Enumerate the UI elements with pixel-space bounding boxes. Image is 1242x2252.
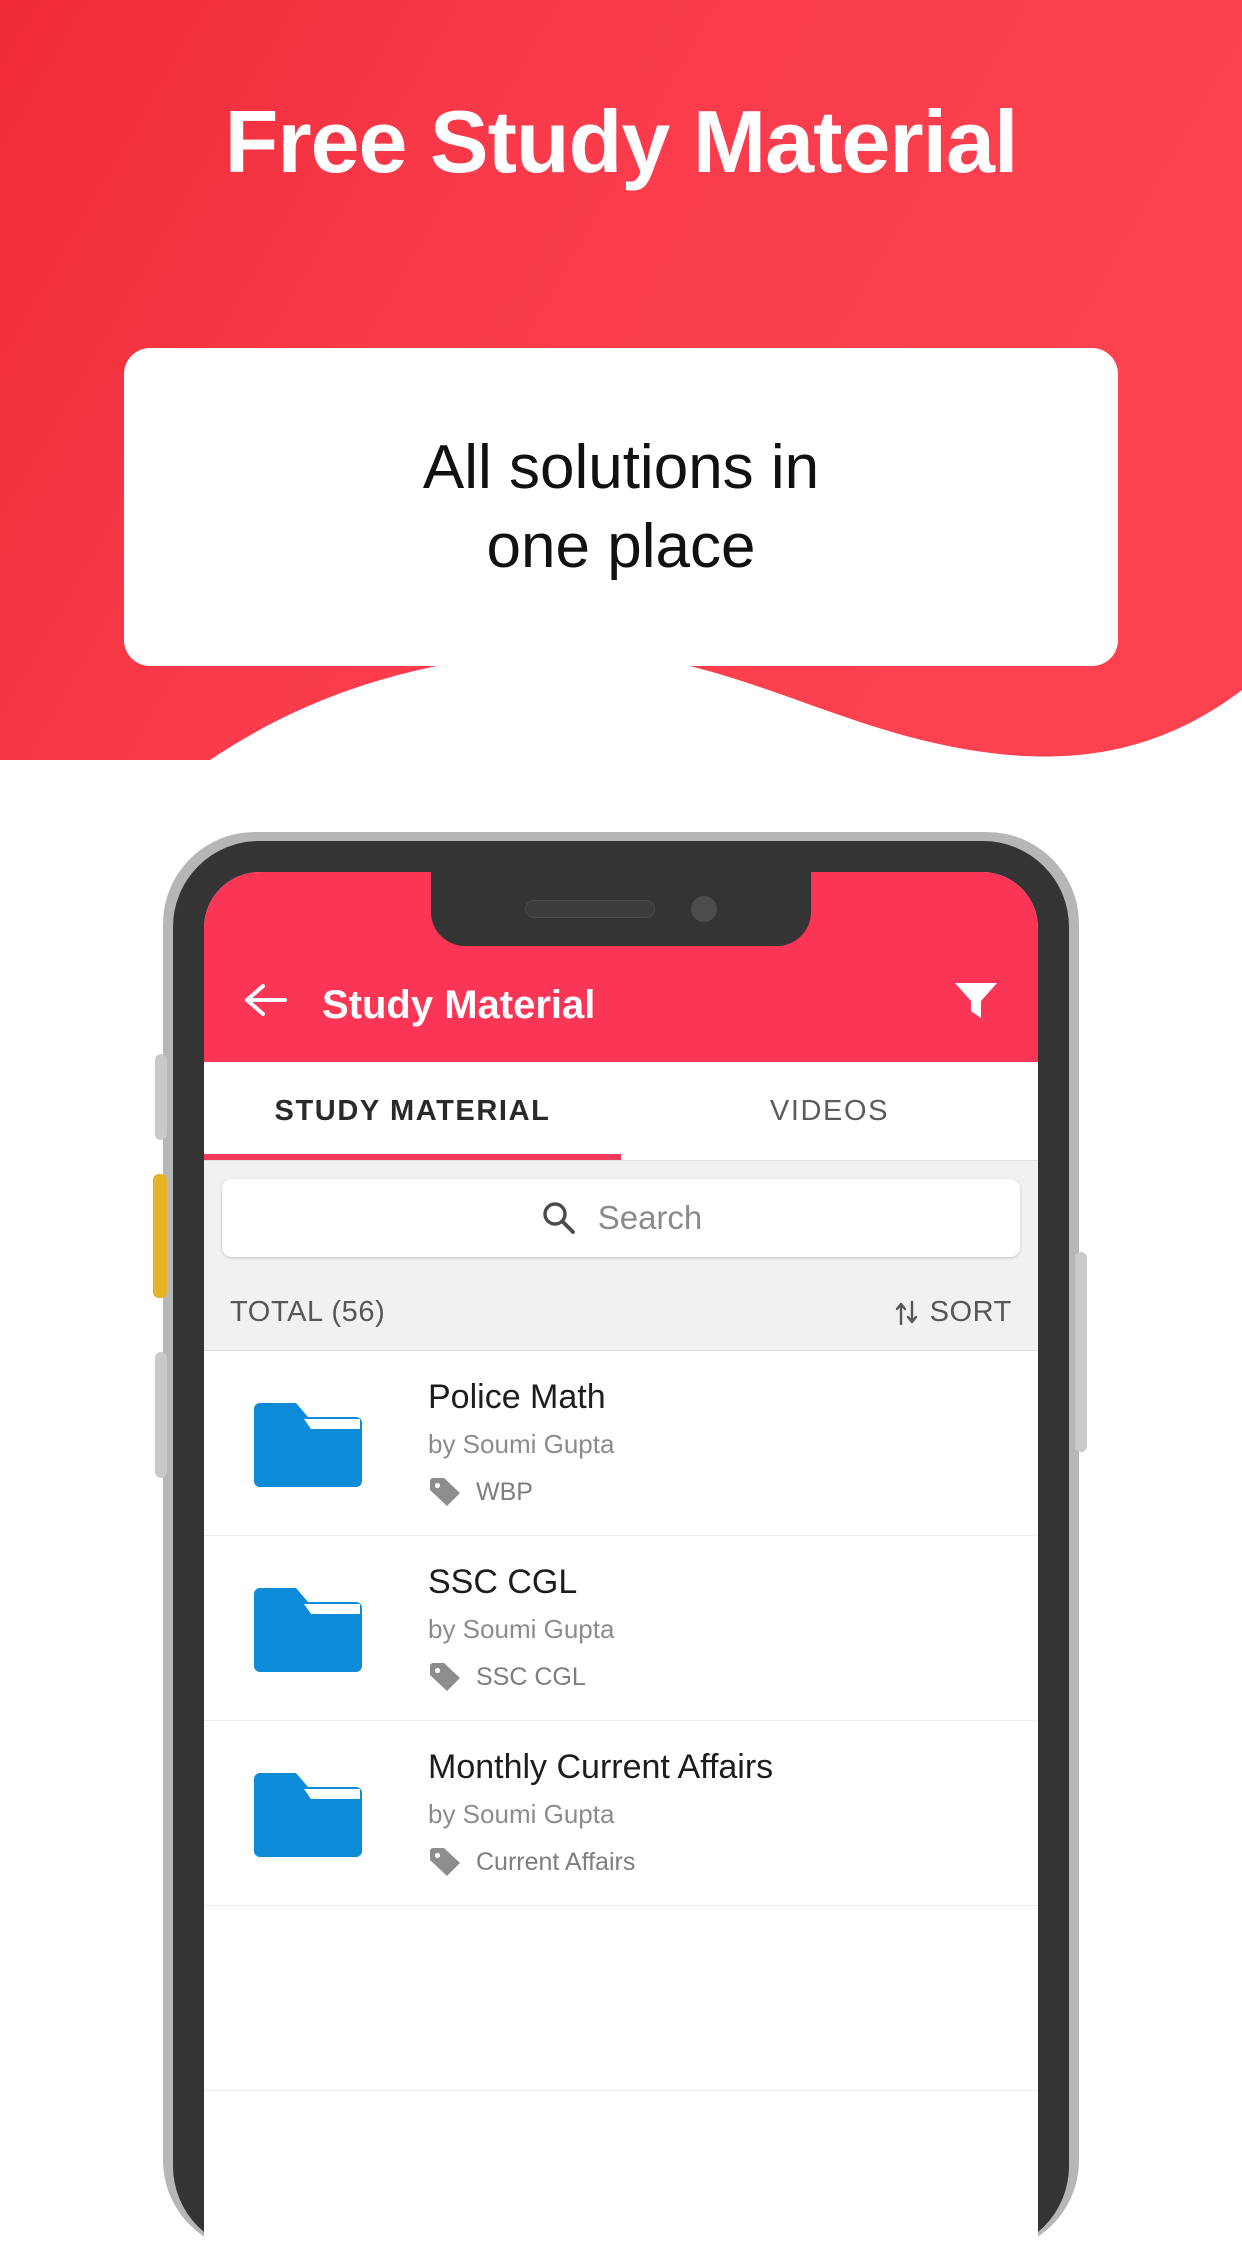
- list-item-tag-label: Current Affairs: [476, 1847, 636, 1876]
- list-item[interactable]: Police Math by Soumi Gupta WBP: [204, 1351, 1038, 1536]
- app-bar-title: Study Material: [322, 983, 596, 1027]
- folder-icon: [252, 1582, 392, 1674]
- phone-volume-up-button[interactable]: [153, 1174, 167, 1298]
- list-item-title: Monthly Current Affairs: [428, 1748, 774, 1786]
- search-input[interactable]: Search: [222, 1179, 1020, 1257]
- study-material-list: Police Math by Soumi Gupta WBP SSC CGL b…: [204, 1351, 1038, 2091]
- phone-screen: Study Material STUDY MATERIAL VIDEOS Sea…: [204, 872, 1038, 2252]
- tab-bar: STUDY MATERIAL VIDEOS: [204, 1062, 1038, 1161]
- list-item-tag-row: Current Affairs: [428, 1846, 773, 1878]
- list-item-tag-label: WBP: [476, 1477, 533, 1506]
- search-placeholder-text: Search: [597, 1199, 703, 1236]
- sort-button[interactable]: SORT: [894, 1296, 1012, 1329]
- front-camera-icon: [691, 896, 717, 922]
- list-item[interactable]: [204, 1906, 1038, 2091]
- phone-mute-switch[interactable]: [155, 1054, 167, 1140]
- subtitle-line-1: All solutions in: [422, 432, 820, 502]
- subtitle-card: All solutions in one place: [124, 348, 1118, 666]
- sort-arrows-icon: [895, 1300, 917, 1325]
- list-item[interactable]: Monthly Current Affairs by Soumi Gupta C…: [204, 1721, 1038, 1906]
- phone-notch: [431, 872, 811, 946]
- arrow-left-icon[interactable]: [238, 972, 294, 1028]
- tab-videos-label: VIDEOS: [769, 1094, 890, 1127]
- search-icon: [543, 1202, 575, 1234]
- tab-study-material-label: STUDY MATERIAL: [274, 1094, 551, 1127]
- phone-mockup: Study Material STUDY MATERIAL VIDEOS Sea…: [153, 832, 1087, 2252]
- list-item-tag-row: SSC CGL: [428, 1661, 614, 1693]
- list-item-author: by Soumi Gupta: [428, 1429, 615, 1459]
- list-item-tag-label: SSC CGL: [476, 1662, 586, 1691]
- subtitle-text: All solutions in one place: [383, 428, 859, 587]
- tab-study-material[interactable]: STUDY MATERIAL: [204, 1062, 621, 1160]
- sort-label: SORT: [929, 1296, 1012, 1328]
- folder-icon: [252, 1397, 392, 1489]
- phone-volume-down-button[interactable]: [155, 1352, 167, 1478]
- list-item-texts: SSC CGL by Soumi Gupta SSC CGL: [428, 1563, 614, 1693]
- subtitle-line-2: one place: [486, 512, 756, 581]
- list-item-texts: Monthly Current Affairs by Soumi Gupta C…: [428, 1748, 773, 1878]
- list-item-title: SSC CGL: [428, 1563, 578, 1601]
- list-item-tag-row: WBP: [428, 1476, 614, 1508]
- tag-icon: [430, 1848, 460, 1876]
- search-section: Search: [204, 1161, 1038, 1275]
- earpiece-speaker-icon: [525, 900, 655, 918]
- list-item-texts: Police Math by Soumi Gupta WBP: [428, 1378, 614, 1508]
- tab-active-indicator: [204, 1154, 621, 1160]
- phone-power-button[interactable]: [1075, 1252, 1087, 1452]
- filter-funnel-icon[interactable]: [948, 972, 1004, 1028]
- list-toolbar: TOTAL (56) SORT: [204, 1275, 1038, 1351]
- tab-videos[interactable]: VIDEOS: [621, 1062, 1038, 1160]
- total-count-label: TOTAL (56): [230, 1296, 386, 1328]
- tag-icon: [430, 1663, 460, 1691]
- page-title: Free Study Material: [224, 92, 1019, 191]
- list-item-author: by Soumi Gupta: [428, 1799, 615, 1829]
- list-item-author: by Soumi Gupta: [428, 1614, 615, 1644]
- folder-icon: [252, 1767, 392, 1859]
- list-item-title: Police Math: [428, 1378, 606, 1416]
- list-item[interactable]: SSC CGL by Soumi Gupta SSC CGL: [204, 1536, 1038, 1721]
- tag-icon: [430, 1478, 460, 1506]
